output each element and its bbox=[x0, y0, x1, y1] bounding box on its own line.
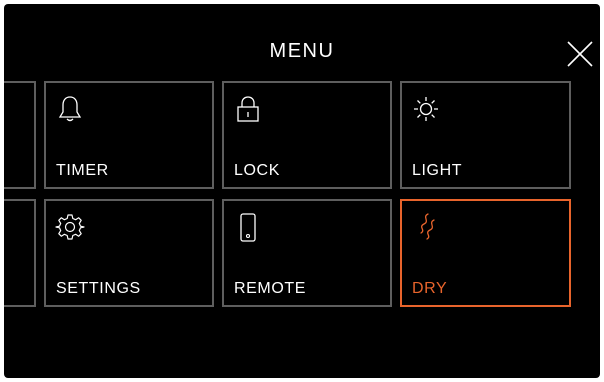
tile-label: DRY bbox=[412, 280, 448, 297]
previous-tile-partial[interactable] bbox=[4, 81, 36, 189]
dry-wave-icon bbox=[420, 213, 435, 240]
bell-icon bbox=[58, 96, 82, 122]
tile-label: SETTINGS bbox=[56, 280, 141, 297]
timer-tile[interactable]: TIMER bbox=[44, 81, 214, 189]
close-button[interactable] bbox=[566, 40, 594, 68]
lock-icon bbox=[237, 96, 259, 122]
tile-label: REMOTE bbox=[234, 280, 307, 297]
close-icon bbox=[567, 41, 593, 67]
settings-tile[interactable]: SETTINGS bbox=[44, 199, 214, 307]
page-title: MENU bbox=[269, 40, 335, 62]
remote-tile[interactable]: REMOTE bbox=[222, 199, 392, 307]
phone-icon bbox=[240, 213, 256, 242]
previous-tile-partial[interactable] bbox=[4, 199, 36, 307]
tile-label: TIMER bbox=[56, 162, 109, 179]
lock-tile[interactable]: LOCK bbox=[222, 81, 392, 189]
tile-label: LIGHT bbox=[412, 162, 463, 179]
sun-icon bbox=[414, 97, 438, 121]
light-tile[interactable]: LIGHT bbox=[400, 81, 571, 189]
tile-label: LOCK bbox=[234, 162, 280, 179]
gear-icon bbox=[55, 214, 85, 240]
menu-screen: MENU TIMER LOCK LIGHT SETTINGS REMOTE DR… bbox=[4, 4, 600, 378]
dry-tile[interactable]: DRY bbox=[400, 199, 571, 307]
